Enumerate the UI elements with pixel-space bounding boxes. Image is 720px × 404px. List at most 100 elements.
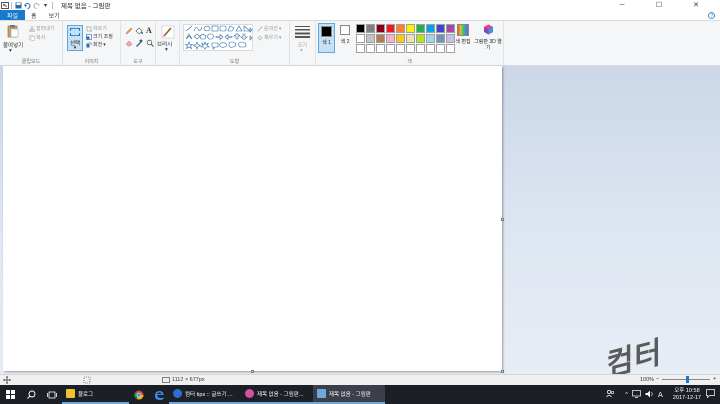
clock[interactable]: 오후 10:58 2017-12-17	[673, 388, 701, 402]
palette-swatch[interactable]	[366, 24, 375, 33]
rotate-button[interactable]: 회전 ▾	[86, 41, 106, 48]
chevron-down-icon[interactable]: ▾	[300, 48, 303, 54]
palette-swatch[interactable]	[396, 44, 405, 53]
resize-handle-bottom[interactable]	[251, 370, 254, 373]
zoom-slider-thumb[interactable]	[686, 376, 689, 383]
color2-label: 색 2	[340, 39, 350, 45]
palette-swatch[interactable]	[386, 44, 395, 53]
palette-swatch[interactable]	[376, 44, 385, 53]
chevron-up-icon[interactable]: ^	[625, 392, 628, 398]
palette-swatch[interactable]	[366, 44, 375, 53]
outline-button[interactable]: 윤곽선 ▾	[257, 25, 281, 32]
palette-swatch[interactable]	[356, 24, 365, 33]
search-button[interactable]	[20, 385, 42, 404]
maximize-button[interactable]: ☐	[645, 0, 673, 10]
palette-swatch[interactable]	[376, 24, 385, 33]
shapes-gallery[interactable]	[183, 24, 253, 51]
fill-bucket-icon[interactable]	[135, 27, 143, 37]
palette-swatch[interactable]	[406, 44, 415, 53]
palette-swatch[interactable]	[436, 24, 445, 33]
shapes-group-label: 도형	[229, 59, 240, 65]
taskbar-app-ie-blog[interactable]: 컴터 tips :: 글쓰기 ...	[169, 385, 241, 404]
chevron-down-icon[interactable]: ▾	[9, 48, 12, 54]
zoom-in-button[interactable]: +	[713, 376, 716, 382]
people-icon[interactable]	[606, 389, 615, 400]
crop-button[interactable]: 자르기	[86, 25, 107, 32]
drawing-canvas[interactable]	[3, 66, 502, 371]
paste-button[interactable]: 붙여넣기	[3, 41, 23, 49]
line-width-icon[interactable]	[295, 26, 310, 40]
palette-swatch[interactable]	[406, 24, 415, 33]
rotate-label: 회전	[93, 42, 103, 48]
color2-button[interactable]: 색 2	[338, 23, 352, 53]
palette-swatch[interactable]	[416, 34, 425, 43]
tab-file[interactable]: 파일	[0, 10, 26, 20]
paint3d-label: 그림판 3D 열기	[474, 39, 502, 51]
taskbar-app-explorer[interactable]: 블로그	[62, 385, 129, 404]
palette-swatch[interactable]	[446, 44, 455, 53]
redo-icon[interactable]	[32, 1, 41, 9]
palette-swatch[interactable]	[396, 24, 405, 33]
brush-icon[interactable]	[161, 25, 175, 41]
palette-swatch[interactable]	[396, 34, 405, 43]
palette-swatch[interactable]	[426, 24, 435, 33]
tools-group: A 도구	[121, 21, 156, 66]
taskbar-app-label: 제목 없음 - 그림판...	[257, 391, 304, 398]
palette-swatch[interactable]	[436, 44, 445, 53]
palette-swatch[interactable]	[356, 44, 365, 53]
magnifier-icon[interactable]	[146, 39, 154, 49]
start-button[interactable]	[0, 385, 20, 404]
display-icon[interactable]	[632, 389, 641, 400]
fill-button[interactable]: 채우기 ▾	[257, 34, 281, 41]
close-button[interactable]: ✕	[682, 0, 710, 10]
shapes-gallery-icons	[184, 25, 253, 50]
edit-colors-button[interactable]: 색 편집	[455, 24, 471, 54]
palette-swatch[interactable]	[406, 34, 415, 43]
resize-handle-right[interactable]	[501, 218, 504, 221]
paint3d-button[interactable]: 그림판 3D 열기	[474, 24, 502, 54]
folder-icon	[66, 389, 75, 398]
palette-swatch[interactable]	[416, 44, 425, 53]
palette-swatch[interactable]	[376, 34, 385, 43]
zoom-out-button[interactable]: −	[656, 376, 659, 382]
pencil-icon[interactable]	[125, 27, 133, 37]
help-icon[interactable]: ?	[706, 10, 716, 20]
scissors-icon	[28, 25, 36, 32]
minimize-button[interactable]: ─	[608, 0, 636, 10]
palette-swatch[interactable]	[416, 24, 425, 33]
palette-swatch[interactable]	[426, 44, 435, 53]
taskbar-app-paint[interactable]: 제목 없음 - 그림판	[313, 385, 385, 404]
eraser-icon[interactable]	[125, 39, 133, 49]
tab-view[interactable]: 보기	[43, 10, 66, 20]
ime-indicator[interactable]: A	[658, 390, 666, 400]
select-button[interactable]: 선택 ▾	[67, 25, 83, 51]
text-tool-icon[interactable]: A	[146, 26, 152, 35]
palette-swatch[interactable]	[436, 34, 445, 43]
cut-button[interactable]: 잘라내기	[28, 25, 54, 32]
copy-button[interactable]: 복사	[29, 34, 45, 41]
palette-swatch[interactable]	[386, 24, 395, 33]
undo-icon[interactable]	[23, 1, 32, 9]
chevron-down-icon[interactable]: ▾	[165, 47, 168, 53]
taskbar-app-paint3d[interactable]: 제목 없음 - 그림판...	[241, 385, 313, 404]
task-view-button[interactable]	[42, 385, 62, 404]
color-picker-icon[interactable]	[135, 39, 143, 49]
chevron-down-icon[interactable]: ▾	[41, 1, 50, 9]
taskbar-app-edge[interactable]	[149, 385, 169, 404]
palette-swatch[interactable]	[446, 24, 455, 33]
palette-swatch[interactable]	[356, 34, 365, 43]
palette-swatch[interactable]	[366, 34, 375, 43]
save-icon[interactable]	[14, 1, 23, 9]
notification-icon[interactable]	[706, 389, 715, 400]
color1-button[interactable]: 색 1	[318, 23, 335, 53]
resize-handle-corner[interactable]	[501, 370, 504, 373]
outline-label: 윤곽선	[264, 26, 278, 32]
palette-swatch[interactable]	[386, 34, 395, 43]
search-icon	[26, 390, 35, 399]
volume-icon[interactable]	[645, 390, 654, 400]
taskbar-app-chrome[interactable]	[129, 385, 149, 404]
paste-icon[interactable]	[6, 24, 20, 38]
resize-button[interactable]: 크기 조정	[86, 33, 113, 40]
palette-swatch[interactable]	[426, 34, 435, 43]
tab-home[interactable]: 홈	[25, 10, 43, 20]
